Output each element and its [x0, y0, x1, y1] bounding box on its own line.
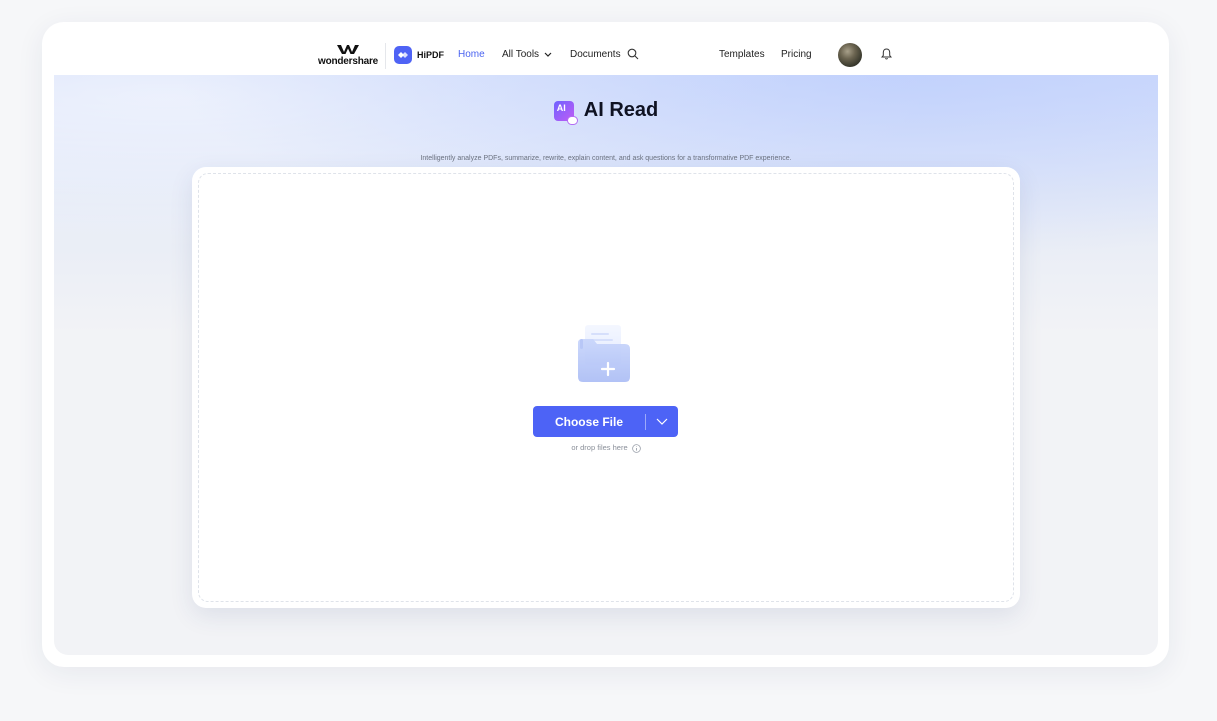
drop-hint: or drop files here — [192, 443, 1020, 453]
nav-divider — [385, 43, 386, 69]
folder-add-icon — [578, 325, 630, 382]
page-header: AI AI Read — [54, 99, 1158, 125]
user-avatar[interactable] — [838, 43, 862, 67]
nav-documents[interactable]: Documents — [570, 48, 621, 62]
hipdf-logo-icon — [394, 46, 412, 64]
nav-all-tools[interactable]: All Tools — [502, 48, 552, 62]
nav-all-tools-label: All Tools — [502, 49, 540, 60]
ai-badge-text: AI — [556, 102, 566, 113]
search-icon[interactable] — [627, 48, 639, 60]
nav-home[interactable]: Home — [458, 48, 485, 62]
nav-pricing[interactable]: Pricing — [781, 48, 812, 62]
app-window: wondershare HiPDF Home All Tools Documen… — [42, 22, 1169, 667]
hipdf-wordmark: HiPDF — [417, 50, 444, 60]
chevron-down-icon — [544, 52, 552, 57]
upload-card: Choose File or drop files here — [192, 167, 1020, 608]
hipdf-logo[interactable]: HiPDF — [394, 46, 444, 64]
choose-file-button[interactable]: Choose File — [533, 406, 678, 437]
wondershare-logo[interactable]: wondershare — [317, 44, 379, 70]
chat-bubble-icon — [566, 115, 578, 125]
main-content: AI AI Read Intelligently analyze PDFs, s… — [54, 75, 1158, 655]
page-title: AI Read — [583, 99, 659, 121]
wondershare-logo-icon — [337, 45, 359, 54]
page-subtitle: Intelligently analyze PDFs, summarize, r… — [420, 155, 792, 162]
ai-read-icon: AI — [553, 100, 578, 125]
top-navbar: wondershare HiPDF Home All Tools Documen… — [42, 22, 1169, 75]
choose-file-label: Choose File — [554, 414, 623, 429]
wondershare-wordmark: wondershare — [317, 56, 379, 67]
info-icon[interactable] — [631, 443, 641, 453]
file-dropzone[interactable] — [198, 173, 1014, 602]
chevron-down-icon — [656, 418, 668, 425]
nav-templates[interactable]: Templates — [719, 48, 765, 62]
bell-icon[interactable] — [881, 48, 892, 60]
choose-file-dropdown[interactable] — [646, 418, 678, 425]
drop-hint-text: or drop files here — [571, 443, 628, 452]
